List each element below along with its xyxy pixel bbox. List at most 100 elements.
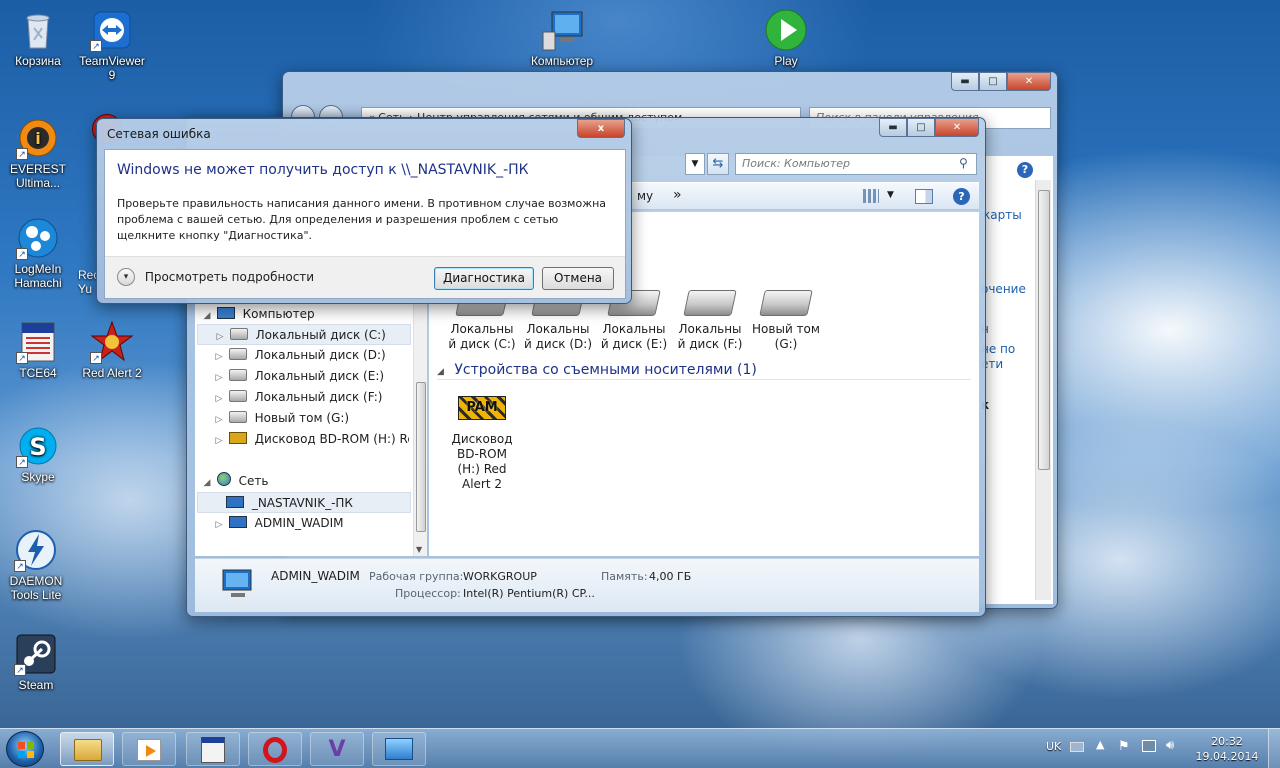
show-hidden-icons-icon[interactable]: ▲ bbox=[1096, 738, 1104, 751]
drive-f[interactable]: Локальны й диск (F:) bbox=[675, 290, 745, 352]
shortcut-arrow-icon: ↗ bbox=[16, 248, 28, 260]
taskbar-tce64[interactable] bbox=[186, 732, 240, 766]
tree-item-drive[interactable]: ▷ Локальный диск (F:) bbox=[213, 387, 382, 408]
desktop-icon-label: TeamViewer 9 bbox=[79, 54, 145, 82]
scrollbar-thumb[interactable] bbox=[416, 382, 426, 532]
details-cpu-label: Процессор: bbox=[395, 587, 461, 600]
desktop-icon-everest[interactable]: i ↗ EVEREST Ultima... bbox=[2, 116, 74, 190]
refresh-button[interactable]: ⇆ bbox=[707, 153, 729, 175]
recycle-bin-icon bbox=[16, 8, 60, 52]
control-panel-icon bbox=[385, 738, 413, 760]
action-center-flag-icon[interactable]: ⚑ bbox=[1118, 739, 1130, 754]
minimize-button[interactable]: ▬ bbox=[951, 72, 979, 91]
side-link[interactable]: не по bbox=[981, 342, 1015, 357]
search-input[interactable]: Поиск: Компьютер bbox=[735, 153, 977, 175]
desktop-icon-recycle-bin[interactable]: Корзина bbox=[2, 8, 74, 68]
network-computer-icon bbox=[226, 496, 244, 508]
network-error-dialog[interactable]: Сетевая ошибка x Windows не может получи… bbox=[96, 118, 632, 304]
shortcut-arrow-icon: ↗ bbox=[90, 352, 102, 364]
view-options-icon[interactable] bbox=[863, 189, 879, 203]
hard-drive-icon bbox=[683, 290, 737, 316]
network-status-icon[interactable] bbox=[1142, 740, 1156, 752]
tree-item-drive[interactable]: ▷ Локальный диск (C:) bbox=[197, 324, 411, 345]
scrollbar-thumb[interactable] bbox=[1038, 190, 1050, 470]
side-link[interactable]: очение bbox=[981, 282, 1026, 297]
clock-time: 20:32 bbox=[1211, 735, 1243, 748]
desktop-icon-label: DAEMON Tools Lite bbox=[9, 574, 63, 602]
minimize-button[interactable]: ▬ bbox=[879, 118, 907, 137]
teamviewer-icon: ↗ bbox=[90, 8, 134, 52]
toolbar-more-button[interactable]: » bbox=[673, 187, 682, 203]
drive-g[interactable]: Новый том (G:) bbox=[751, 290, 821, 352]
expand-icon[interactable]: ▷ bbox=[213, 347, 225, 368]
help-icon[interactable]: ? bbox=[1017, 162, 1033, 178]
scrollbar[interactable] bbox=[1035, 180, 1051, 600]
shortcut-arrow-icon: ↗ bbox=[14, 560, 26, 572]
expand-icon[interactable]: ▷ bbox=[213, 389, 225, 410]
collapse-icon[interactable]: ◢ bbox=[201, 473, 213, 494]
close-button[interactable]: ✕ bbox=[935, 118, 979, 137]
desktop-icon-skype[interactable]: S ↗ Skype bbox=[2, 424, 74, 484]
dialog-content: Windows не может получить доступ к \\_NA… bbox=[104, 149, 626, 299]
view-options-dropdown-icon[interactable]: ▼ bbox=[887, 190, 894, 200]
start-button[interactable] bbox=[6, 731, 44, 767]
network-computer-icon bbox=[228, 516, 247, 528]
desktop-icon-tce64[interactable]: ↗ TCE64 bbox=[2, 320, 74, 380]
svg-text:S: S bbox=[29, 433, 46, 461]
side-link[interactable]: карты bbox=[983, 208, 1022, 223]
network-icon bbox=[216, 472, 231, 486]
desktop-icon-play[interactable]: Play bbox=[750, 8, 822, 68]
group-header-removable[interactable]: ◢ Устройства со съемными носителями (1) bbox=[437, 362, 971, 380]
desktop-icon-hamachi[interactable]: ↗ LogMeIn Hamachi bbox=[2, 216, 74, 290]
skype-icon: S ↗ bbox=[16, 424, 60, 468]
address-dropdown[interactable]: ▼ bbox=[685, 153, 705, 175]
keyboard-icon[interactable] bbox=[1070, 742, 1084, 752]
details-expander[interactable]: ▾ Просмотреть подробности bbox=[117, 268, 314, 286]
tree-item-network-computer[interactable]: ▷ ADMIN_WADIM bbox=[213, 513, 344, 534]
expand-icon[interactable]: ▷ bbox=[213, 431, 225, 450]
taskbar-explorer[interactable] bbox=[60, 732, 114, 766]
show-desktop-button[interactable] bbox=[1268, 729, 1280, 768]
clock[interactable]: 20:32 19.04.2014 bbox=[1192, 734, 1262, 764]
window-controls: ▬ □ ✕ bbox=[879, 118, 979, 137]
details-label[interactable]: Просмотреть подробности bbox=[145, 270, 314, 284]
desktop-icon-red-alert-2[interactable]: ↗ Red Alert 2 bbox=[76, 320, 148, 380]
taskbar-opera[interactable] bbox=[248, 732, 302, 766]
preview-pane-icon[interactable] bbox=[915, 189, 933, 204]
cancel-button[interactable]: Отмена bbox=[542, 267, 614, 290]
close-button[interactable]: ✕ bbox=[1007, 72, 1051, 91]
details-cpu-value: Intel(R) Pentium(R) CP... bbox=[463, 587, 595, 600]
diagnose-button[interactable]: Диагностика bbox=[434, 267, 534, 290]
language-indicator[interactable]: UK bbox=[1046, 740, 1061, 753]
collapse-icon[interactable]: ◢ bbox=[437, 367, 444, 377]
tree-item-network[interactable]: ◢ Сеть bbox=[201, 471, 268, 492]
drive-h-bd-rom[interactable]: PAM Дисковод BD-ROM (H:) Red Alert 2 bbox=[447, 396, 517, 492]
scroll-down-arrow[interactable]: ▼ bbox=[416, 545, 422, 554]
help-icon[interactable]: ? bbox=[953, 188, 970, 205]
toolbar-item-partial[interactable]: му bbox=[637, 189, 653, 203]
taskbar-control-panel[interactable] bbox=[372, 732, 426, 766]
desktop-icon-daemon-tools[interactable]: ↗ DAEMON Tools Lite bbox=[0, 528, 72, 602]
taskbar: V UK ▲ ⚑ 🔊︎ 20:32 19.04.2014 bbox=[0, 728, 1280, 768]
volume-icon[interactable]: 🔊︎ bbox=[1166, 738, 1174, 753]
tree-item-drive[interactable]: ▷ Локальный диск (E:) bbox=[213, 366, 384, 387]
search-icon[interactable]: ⚲ bbox=[959, 156, 973, 170]
chevron-down-icon[interactable]: ▾ bbox=[117, 268, 135, 286]
desktop-icon-computer[interactable]: Компьютер bbox=[526, 8, 598, 68]
expand-icon[interactable]: ▷ bbox=[213, 515, 225, 536]
maximize-button[interactable]: □ bbox=[979, 72, 1007, 91]
dialog-close-button[interactable]: x bbox=[577, 119, 625, 138]
tree-item-drive[interactable]: ▷ Локальный диск (D:) bbox=[213, 345, 386, 366]
expand-icon[interactable]: ▷ bbox=[213, 410, 225, 431]
taskbar-app[interactable]: V bbox=[310, 732, 364, 766]
hamachi-icon: ↗ bbox=[16, 216, 60, 260]
taskbar-media-player[interactable] bbox=[122, 732, 176, 766]
desktop-icon-steam[interactable]: ↗ Steam bbox=[0, 632, 72, 692]
desktop-icon-teamviewer[interactable]: ↗ TeamViewer 9 bbox=[76, 8, 148, 82]
tree-item-network-computer[interactable]: _NASTAVNIK_-ПК bbox=[197, 492, 411, 513]
tree-item-drive[interactable]: ▷ Дисковод BD-ROM (H:) Red Ale bbox=[213, 429, 409, 450]
tree-item-computer[interactable]: ◢ Компьютер bbox=[201, 304, 315, 325]
maximize-button[interactable]: □ bbox=[907, 118, 935, 137]
expand-icon[interactable]: ▷ bbox=[213, 368, 225, 389]
tree-item-drive[interactable]: ▷ Новый том (G:) bbox=[213, 408, 349, 429]
